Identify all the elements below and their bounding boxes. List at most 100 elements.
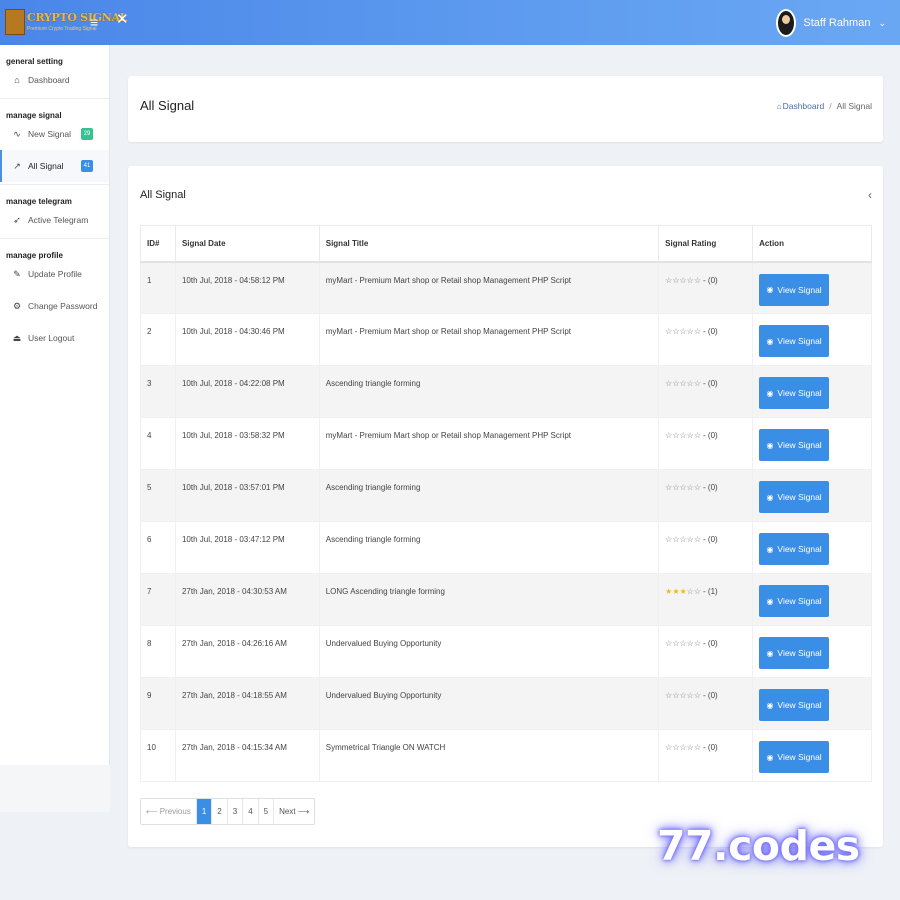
user-menu[interactable]: Staff Rahman ⌄: [776, 8, 886, 38]
watermark-logo: 77.codes: [657, 822, 860, 870]
pagination-next-button[interactable]: Next ⟶: [274, 799, 314, 824]
cell-signal-date: 10th Jul, 2018 - 03:57:01 PM: [174, 469, 320, 522]
sidebar-item-new-signal[interactable]: ∿ New Signal 29: [0, 118, 109, 150]
table-row: 7 27th Jan, 2018 - 04:30:53 AM LONG Ascend…: [140, 573, 872, 626]
view-signal-button[interactable]: ◉ View Signal: [759, 585, 830, 617]
cell-signal-title: Symmetrical Triangle ON WATCH: [318, 729, 660, 782]
pagination: ⟵ Previous 1 2 3 4 5 Next ⟶: [140, 798, 316, 825]
hamburger-menu-icon[interactable]: ≡: [90, 13, 98, 31]
star-empty-icon: ☆: [686, 379, 694, 388]
sidebar-item-all-signal[interactable]: ↗ All Signal 41: [0, 150, 109, 182]
sidebar-item-label: New Signal: [28, 129, 71, 139]
view-signal-button[interactable]: ◉ View Signal: [759, 637, 830, 669]
eye-icon: ◉: [766, 440, 774, 450]
star-empty-icon: ☆: [686, 431, 694, 440]
sidebar-footer: [0, 765, 110, 812]
view-signal-button[interactable]: ◉ View Signal: [759, 325, 830, 357]
cell-signal-title: Ascending triangle forming: [318, 469, 660, 522]
sidebar-item-dashboard[interactable]: ⌂ Dashboard: [0, 64, 109, 96]
eye-icon: ◉: [766, 752, 774, 762]
star-empty-icon: ☆: [679, 639, 687, 648]
view-signal-label: View Signal: [777, 284, 822, 295]
rating-count: - (0): [703, 535, 718, 544]
cell-signal-rating: ☆☆☆☆☆ - (0): [658, 729, 754, 782]
pagination-page-3[interactable]: 3: [228, 799, 244, 824]
sidebar-item-label: User Logout: [28, 333, 75, 343]
view-signal-label: View Signal: [777, 544, 822, 554]
breadcrumb-dashboard-link[interactable]: Dashboard: [783, 101, 825, 111]
view-signal-button[interactable]: ◉ View Signal: [759, 689, 830, 721]
user-name: Staff Rahman: [803, 17, 871, 29]
sidebar-item-update-profile[interactable]: ✎ Update Profile: [0, 258, 109, 290]
cell-id: 6: [140, 521, 176, 574]
star-empty-icon: ☆: [672, 743, 680, 752]
cell-action: ◉ View Signal: [752, 625, 872, 678]
pagination-page-2[interactable]: 2: [212, 799, 228, 824]
star-empty-icon: ☆: [686, 483, 694, 492]
cell-id: 5: [140, 469, 176, 522]
cell-action: ◉ View Signal: [752, 521, 872, 574]
cell-action: ◉ View Signal: [752, 677, 872, 730]
cell-signal-date: 10th Jul, 2018 - 03:47:12 PM: [174, 521, 320, 574]
sidebar-item-change-password[interactable]: ⚙ Change Password: [0, 290, 109, 322]
star-empty-icon: ☆: [693, 639, 702, 648]
cell-signal-date: 27th Jan, 2018 - 04:15:34 AM: [174, 729, 320, 782]
view-signal-button[interactable]: ◉ View Signal: [759, 429, 830, 461]
cell-action: ◉ View Signal: [752, 417, 872, 470]
chevron-left-icon[interactable]: ‹: [868, 188, 872, 202]
breadcrumb-separator: /: [829, 101, 832, 111]
star-empty-icon: ☆: [693, 275, 702, 285]
view-signal-button[interactable]: ◉ View Signal: [759, 377, 830, 409]
sidebar-item-active-telegram[interactable]: ➶ Active Telegram: [0, 204, 109, 236]
star-empty-icon: ☆: [693, 743, 702, 752]
breadcrumb-current: All Signal: [836, 101, 872, 111]
star-empty-icon: ☆: [693, 535, 702, 544]
edit-icon: ✎: [13, 268, 21, 279]
view-signal-button[interactable]: ◉ View Signal: [759, 533, 830, 565]
rating-count: - (0): [703, 275, 718, 285]
logo-title: CRYPTO SIGNAL: [27, 11, 128, 24]
star-empty-icon: ☆: [679, 535, 687, 544]
cell-signal-date: 10th Jul, 2018 - 03:58:32 PM: [174, 417, 320, 470]
table-row: 4 10th Jul, 2018 - 03:58:32 PM myMart - Pr…: [140, 417, 872, 470]
cell-signal-title: Ascending triangle forming: [318, 521, 660, 574]
star-rating: ☆☆☆☆☆: [665, 327, 701, 336]
cell-id: 3: [140, 365, 176, 418]
star-empty-icon: ☆: [679, 743, 687, 752]
table-row: 1 10th Jul, 2018 - 04:58:12 PM myMart - Pr…: [140, 261, 872, 314]
view-signal-button[interactable]: ◉ View Signal: [759, 273, 830, 306]
eye-icon: ◉: [766, 544, 774, 554]
cell-action: ◉ View Signal: [752, 469, 872, 522]
cell-signal-rating: ★★★☆☆ - (1): [658, 573, 754, 626]
cell-id: 2: [140, 313, 176, 366]
star-empty-icon: ☆: [679, 327, 687, 336]
view-signal-button[interactable]: ◉ View Signal: [759, 741, 830, 773]
cell-signal-title: myMart - Premium Mart shop or Retail sho…: [318, 261, 660, 314]
card-title: All Signal: [140, 189, 186, 201]
star-empty-icon: ☆: [693, 327, 702, 336]
eye-icon: ◉: [766, 492, 774, 502]
page-header-card: All Signal ⌂ Dashboard / All Signal: [128, 76, 883, 142]
eye-icon: ◉: [766, 596, 774, 606]
fullscreen-toggle-icon[interactable]: ✕: [116, 11, 129, 29]
pagination-previous-label: Previous: [159, 807, 191, 816]
cell-id: 1: [140, 261, 176, 314]
cell-signal-rating: ☆☆☆☆☆ - (0): [658, 469, 754, 522]
cell-action: ◉ View Signal: [752, 313, 872, 366]
cell-signal-date: 27th Jan, 2018 - 04:30:53 AM: [174, 573, 320, 626]
pagination-page-4[interactable]: 4: [243, 799, 259, 824]
pagination-previous-button[interactable]: ⟵ Previous: [141, 799, 197, 824]
pagination-page-5[interactable]: 5: [259, 799, 275, 824]
table-row: 5 10th Jul, 2018 - 03:57:01 PM Ascending t…: [140, 469, 872, 522]
star-rating: ☆☆☆☆☆: [665, 639, 701, 648]
app-logo[interactable]: CRYPTO SIGNAL Premium Crypto Trading Sig…: [5, 9, 127, 37]
view-signal-button[interactable]: ◉ View Signal: [759, 481, 830, 513]
star-empty-icon: ☆: [672, 379, 680, 388]
pagination-page-1[interactable]: 1: [196, 799, 213, 824]
star-empty-icon: ☆: [679, 691, 687, 700]
cell-action: ◉ View Signal: [752, 261, 872, 314]
sidebar-item-label: Active Telegram: [28, 215, 89, 225]
avatar: [776, 9, 797, 37]
sidebar-item-user-logout[interactable]: ⏏ User Logout: [0, 322, 109, 354]
table-row: 8 27th Jan, 2018 - 04:26:16 AM Undervalued…: [140, 625, 872, 678]
